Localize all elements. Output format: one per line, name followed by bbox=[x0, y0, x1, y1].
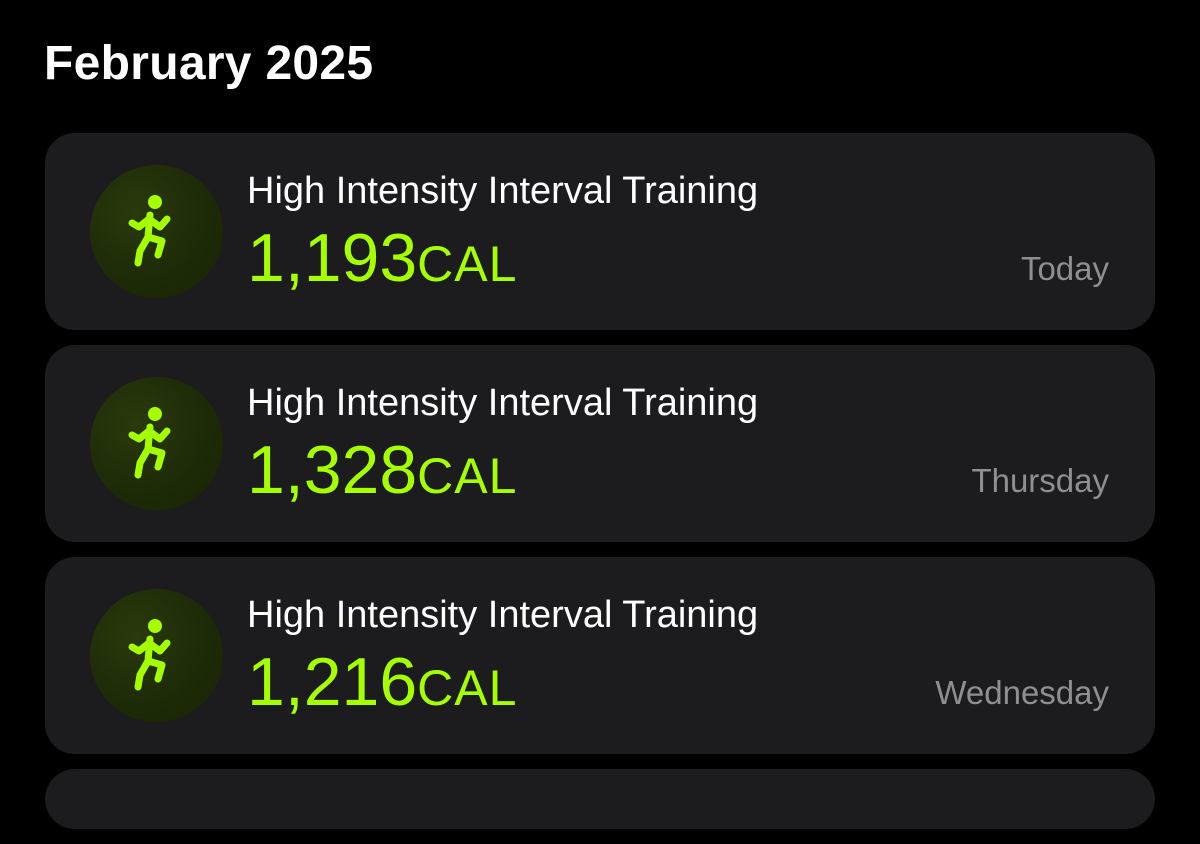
workout-card[interactable]: High Intensity Interval Training 1,193CA… bbox=[45, 133, 1155, 330]
workout-icon-badge bbox=[90, 165, 223, 298]
workout-name: High Intensity Interval Training bbox=[247, 594, 759, 636]
workout-card[interactable]: High Intensity Interval Training 1,216CA… bbox=[45, 557, 1155, 754]
workout-list: High Intensity Interval Training 1,193CA… bbox=[45, 133, 1155, 844]
running-figure-icon bbox=[128, 619, 171, 691]
calories-unit: CAL bbox=[417, 448, 518, 504]
workout-icon-badge bbox=[90, 589, 223, 722]
workout-name: High Intensity Interval Training bbox=[247, 382, 759, 424]
calories-value: 1,216 bbox=[247, 644, 418, 720]
workout-card[interactable]: High Intensity Interval Training 1,328CA… bbox=[45, 345, 1155, 542]
workout-date: Wednesday bbox=[935, 674, 1109, 711]
running-figure-icon bbox=[128, 195, 171, 267]
workout-date: Today bbox=[1020, 250, 1109, 287]
calories-display: 1,216CAL bbox=[247, 645, 517, 738]
workout-card-partial[interactable] bbox=[45, 769, 1155, 829]
calories-unit: CAL bbox=[417, 660, 518, 716]
calories-unit: CAL bbox=[417, 236, 518, 292]
workout-icon-badge bbox=[90, 377, 223, 510]
calories-value: 1,328 bbox=[247, 432, 418, 508]
running-figure-icon bbox=[128, 407, 171, 479]
calories-display: 1,328CAL bbox=[247, 433, 517, 526]
workout-date: Thursday bbox=[971, 462, 1109, 499]
calories-display: 1,193CAL bbox=[247, 221, 517, 314]
calories-value: 1,193 bbox=[247, 220, 418, 296]
workout-name: High Intensity Interval Training bbox=[247, 170, 759, 212]
section-title: February 2025 bbox=[44, 37, 374, 90]
